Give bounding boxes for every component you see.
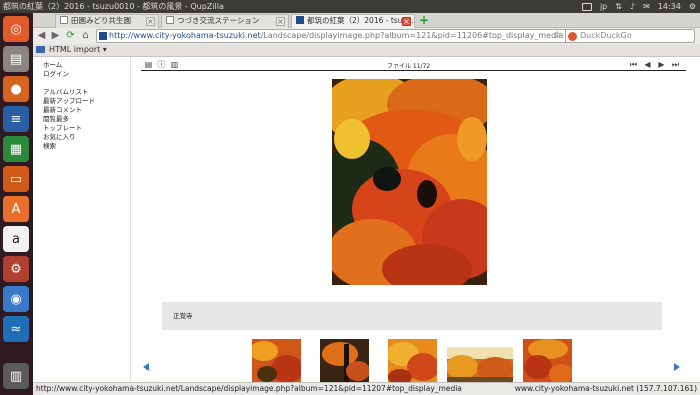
duckduckgo-icon (568, 32, 577, 41)
thumbnail-image (320, 339, 369, 382)
impress-icon[interactable]: ▭ (3, 166, 29, 192)
site-identity-icon[interactable] (99, 32, 107, 40)
bookmarks-bar: HTML import ▾ (33, 44, 700, 57)
thumbnail-image (252, 339, 301, 382)
close-icon[interactable]: × (146, 17, 155, 26)
thumbnails-icon[interactable]: ▤ (144, 60, 153, 69)
bookmark-folder[interactable]: HTML import ▾ (36, 44, 107, 56)
system-indicators: jp ⇅ ♪ ✉ 14:34 ⚙ (581, 0, 696, 13)
system-top-bar: 都筑の紅葉（2）2016 - tsuzu0010 - 都筑の風景 - QupZi… (0, 0, 700, 13)
software-center-icon[interactable]: A (3, 196, 29, 222)
viewer-toolbar: ▤ ⓘ ▥ ファイル 11/72 ⏮ ◀ ▶ ⏭ (141, 59, 686, 71)
file-counter: ファイル 11/72 (387, 63, 431, 70)
forward-arrow-icon[interactable]: ▶ (49, 29, 62, 42)
search-input[interactable]: DuckDuckGo (565, 29, 695, 43)
thumbnail-strip (131, 339, 700, 382)
thumbnail-image (523, 339, 572, 382)
next-image-icon[interactable]: ▶ (657, 60, 666, 69)
previous-image-icon[interactable]: ◀ (643, 60, 652, 69)
info-icon[interactable]: ⓘ (157, 60, 166, 69)
tab-bar: 田園みどり共生園 × つづき交流ステーション × 都筑の紅葉（2）2016 - … (33, 13, 700, 28)
tab-3-active[interactable]: 都筑の紅葉（2）2016 - tsuz… × (291, 14, 415, 28)
ubuntu-dash-icon[interactable]: ◎ (3, 16, 29, 42)
clock[interactable]: 14:34 (658, 0, 681, 13)
url-site: http://www.city-yokohama-tsuzuki.net (109, 31, 261, 40)
qupzilla-icon[interactable]: ≈ (3, 316, 29, 342)
thumbnail[interactable] (320, 339, 369, 382)
slideshow-icon[interactable]: ▥ (170, 60, 179, 69)
sidebar-item-search[interactable]: 検索 (43, 140, 56, 150)
bookmark-star-icon[interactable]: ☆ (551, 29, 564, 42)
window-title: 都筑の紅葉（2）2016 - tsuzu0010 - 都筑の風景 - QupZi… (3, 2, 224, 11)
tab-label: 都筑の紅葉（2）2016 - tsuz… (307, 16, 414, 25)
thumbnail-image (447, 347, 513, 382)
search-placeholder: DuckDuckGo (580, 31, 632, 40)
files-icon[interactable]: ▤ (3, 46, 29, 72)
image-viewer: ▤ ⓘ ▥ ファイル 11/72 ⏮ ◀ ▶ ⏭ 正覚寺 (131, 57, 700, 382)
bookmark-label: HTML import (49, 45, 101, 54)
url-path: /Landscape/displayimage.php?album=121&pi… (260, 31, 564, 40)
status-link-url: http://www.city-yokohama-tsuzuki.net/Lan… (36, 384, 462, 393)
launcher: ◎ ▤ ● ≡ ▦ ▭ A a ⚙ ◉ ≈ ▥ (0, 13, 33, 395)
mail-icon[interactable]: ✉ (643, 0, 650, 13)
thumbnail-image (388, 339, 437, 382)
system-settings-icon[interactable]: ⚙ (3, 256, 29, 282)
navigation-bar: ◀ ▶ ⟳ ⌂ http://www.city-yokohama-tsuzuki… (33, 28, 700, 44)
keyboard-layout[interactable]: jp (600, 0, 607, 13)
back-arrow-icon[interactable]: ◀ (35, 29, 48, 42)
site-sidebar: ホーム ログイン アルバムリスト 最新アップロード 最新コメント 閲覧最多 トッ… (33, 57, 131, 382)
new-tab-button[interactable]: + (419, 13, 429, 27)
autumn-maple-photo (332, 79, 487, 285)
thumbnail[interactable] (447, 347, 513, 382)
status-server: www.city-yokohama-tsuzuki.net (157.7.107… (514, 384, 697, 393)
keyboard-icon[interactable] (581, 2, 592, 11)
amazon-icon[interactable]: a (3, 226, 29, 252)
page-icon (166, 16, 174, 24)
folder-icon (36, 46, 45, 53)
network-icon[interactable]: ⇅ (615, 0, 622, 13)
site-icon (296, 16, 304, 24)
page-icon (60, 16, 68, 24)
tab-1[interactable]: 田園みどり共生園 × (55, 14, 159, 28)
writer-icon[interactable]: ≡ (3, 106, 29, 132)
first-image-icon[interactable]: ⏮ (629, 60, 638, 69)
main-photo[interactable] (332, 79, 487, 285)
last-image-icon[interactable]: ⏭ (671, 60, 680, 69)
tab-label: 田園みどり共生園 (71, 16, 131, 25)
trash-icon[interactable]: ▥ (3, 363, 29, 389)
settings-gear-icon[interactable]: ⚙ (689, 0, 696, 13)
web-page: ホーム ログイン アルバムリスト 最新アップロード 最新コメント 閲覧最多 トッ… (33, 57, 700, 382)
close-icon[interactable]: × (402, 17, 411, 26)
chromium-icon[interactable]: ◉ (3, 286, 29, 312)
thumbnail[interactable] (523, 339, 572, 382)
thumbnail[interactable] (388, 339, 437, 382)
calc-icon[interactable]: ▦ (3, 136, 29, 162)
firefox-icon[interactable]: ● (3, 76, 29, 102)
sidebar-item-login[interactable]: ログイン (43, 68, 69, 78)
tab-2[interactable]: つづき交流ステーション × (161, 14, 289, 28)
close-icon[interactable]: × (276, 17, 285, 26)
browser-window: 田園みどり共生園 × つづき交流ステーション × 都筑の紅葉（2）2016 - … (33, 13, 700, 395)
reload-icon[interactable]: ⟳ (64, 29, 77, 42)
photo-caption: 正覚寺 (162, 302, 662, 330)
thumbnail[interactable] (252, 339, 301, 382)
status-bar: http://www.city-yokohama-tsuzuki.net/Lan… (33, 382, 700, 395)
address-bar[interactable]: http://www.city-yokohama-tsuzuki.net/Lan… (96, 29, 576, 43)
tab-label: つづき交流ステーション (177, 16, 260, 25)
home-icon[interactable]: ⌂ (79, 29, 92, 42)
volume-icon[interactable]: ♪ (630, 0, 635, 13)
